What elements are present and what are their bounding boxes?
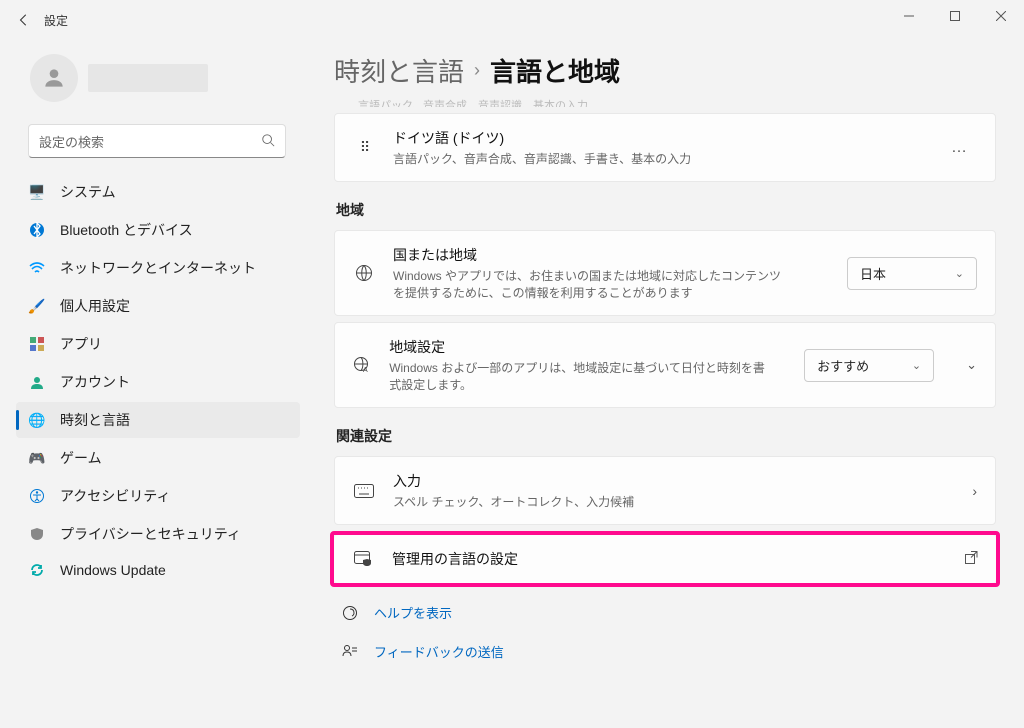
input-settings-card[interactable]: 入力 スペル チェック、オートコレクト、入力候補 › <box>334 456 996 525</box>
language-title: ドイツ語 (ドイツ) <box>393 128 691 148</box>
chevron-right-icon: › <box>972 483 977 499</box>
breadcrumb-current: 言語と地域 <box>490 52 620 89</box>
chevron-down-icon: ⌄ <box>955 267 964 280</box>
nav-bluetooth[interactable]: Bluetooth とデバイス <box>16 212 300 248</box>
section-related: 関連設定 <box>336 426 996 446</box>
bluetooth-icon <box>28 222 46 238</box>
region-desc: Windows やアプリでは、お住まいの国または地域に対応したコンテンツを提供す… <box>393 267 793 301</box>
minimize-button[interactable] <box>886 0 932 32</box>
external-link-icon <box>965 551 978 567</box>
window-title: 設定 <box>44 12 68 29</box>
close-button[interactable] <box>978 0 1024 32</box>
main-content: 時刻と言語 › 言語と地域 言語パック、音声合成、音声認識、基本の入力 ⠿ ドイ… <box>300 40 1024 728</box>
search-icon <box>261 133 275 150</box>
nav-network[interactable]: ネットワークとインターネット <box>16 250 300 286</box>
nav-time-language[interactable]: 🌐時刻と言語 <box>16 402 300 438</box>
feedback-icon <box>340 644 360 660</box>
brush-icon: 🖌️ <box>28 298 46 315</box>
admin-title: 管理用の言語の設定 <box>392 549 518 569</box>
gamepad-icon: 🎮 <box>28 450 46 467</box>
user-block[interactable] <box>16 48 300 118</box>
shield-icon <box>28 527 46 541</box>
update-icon <box>28 563 46 577</box>
more-button[interactable]: … <box>943 135 977 161</box>
drag-handle-icon[interactable]: ⠿ <box>353 139 375 156</box>
help-icon <box>340 605 360 621</box>
input-title: 入力 <box>393 471 634 491</box>
user-name-placeholder <box>88 64 208 92</box>
system-icon: 🖥️ <box>28 184 46 201</box>
nav-privacy[interactable]: プライバシーとセキュリティ <box>16 516 300 552</box>
chevron-right-icon: › <box>474 60 480 81</box>
locale-card[interactable]: A 地域設定 Windows および一部のアプリは、地域設定に基づいて日付と時刻… <box>334 322 996 408</box>
nav-system[interactable]: 🖥️システム <box>16 174 300 210</box>
nav-gaming[interactable]: 🎮ゲーム <box>16 440 300 476</box>
region-title: 国または地域 <box>393 245 793 265</box>
language-desc: 言語パック、音声合成、音声認識、手書き、基本の入力 <box>393 150 691 167</box>
feedback-link[interactable]: フィードバックの送信 <box>334 632 996 671</box>
region-card[interactable]: 国または地域 Windows やアプリでは、お住まいの国または地域に対応したコン… <box>334 230 996 316</box>
nav-apps[interactable]: アプリ <box>16 326 300 362</box>
nav-windows-update[interactable]: Windows Update <box>16 554 300 586</box>
globe-text-icon: A <box>353 356 371 374</box>
region-dropdown[interactable]: 日本 ⌄ <box>847 257 977 290</box>
truncated-prev-card: 言語パック、音声合成、音声認識、基本の入力 <box>334 97 996 107</box>
account-icon <box>28 375 46 389</box>
locale-title: 地域設定 <box>389 337 768 357</box>
back-button[interactable] <box>8 4 40 36</box>
svg-text:A: A <box>363 367 368 374</box>
search-placeholder: 設定の検索 <box>39 132 261 151</box>
sidebar: 設定の検索 🖥️システム Bluetooth とデバイス ネットワークとインター… <box>0 40 300 728</box>
expand-chevron-icon[interactable]: ⌄ <box>966 357 977 373</box>
nav-accounts[interactable]: アカウント <box>16 364 300 400</box>
wifi-icon <box>28 262 46 274</box>
accessibility-icon <box>28 489 46 503</box>
globe-icon <box>353 264 375 282</box>
keyboard-icon <box>353 484 375 498</box>
help-link[interactable]: ヘルプを表示 <box>334 593 996 632</box>
chevron-down-icon: ⌄ <box>912 359 921 372</box>
maximize-button[interactable] <box>932 0 978 32</box>
language-card-german[interactable]: ⠿ ドイツ語 (ドイツ) 言語パック、音声合成、音声認識、手書き、基本の入力 … <box>334 113 996 182</box>
breadcrumb: 時刻と言語 › 言語と地域 <box>334 52 996 89</box>
search-input[interactable]: 設定の検索 <box>28 124 286 158</box>
admin-language-card[interactable]: 管理用の言語の設定 <box>334 535 996 583</box>
locale-dropdown[interactable]: おすすめ ⌄ <box>804 349 934 382</box>
apps-icon <box>28 337 46 351</box>
nav-accessibility[interactable]: アクセシビリティ <box>16 478 300 514</box>
locale-desc: Windows および一部のアプリは、地域設定に基づいて日付と時刻を書式設定しま… <box>389 359 768 393</box>
nav-personalization[interactable]: 🖌️個人用設定 <box>16 288 300 324</box>
highlight-box: 管理用の言語の設定 <box>330 531 1000 587</box>
input-desc: スペル チェック、オートコレクト、入力候補 <box>393 493 634 510</box>
window-shield-icon <box>352 551 374 567</box>
breadcrumb-parent[interactable]: 時刻と言語 <box>334 52 464 89</box>
avatar <box>30 54 78 102</box>
section-region: 地域 <box>336 200 996 220</box>
globe-clock-icon: 🌐 <box>28 412 46 429</box>
